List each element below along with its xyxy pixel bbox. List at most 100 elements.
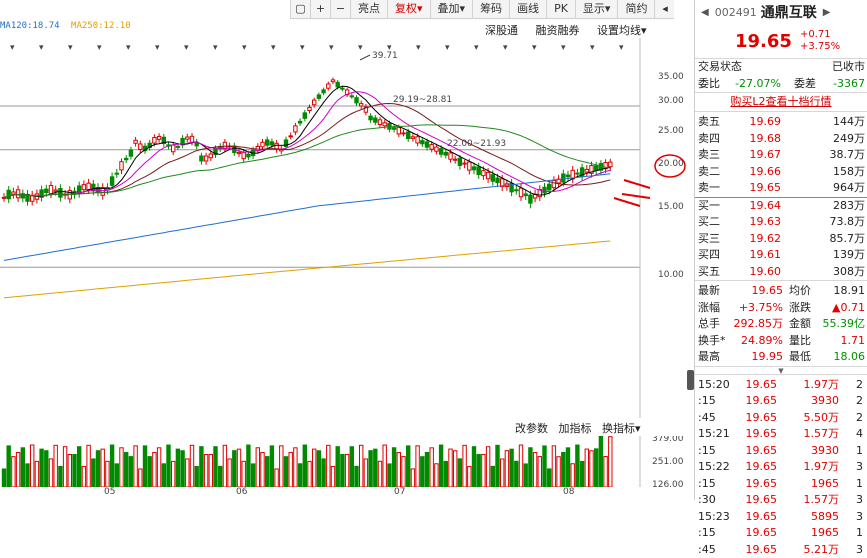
tick-row: :4519.655.50万2	[695, 410, 867, 427]
edit-params-button[interactable]: 改参数	[515, 422, 548, 435]
toolbar-button[interactable]: 叠加▾	[430, 0, 473, 19]
minus-icon[interactable]: −	[330, 0, 350, 19]
toolbar-button[interactable]: 简约	[617, 0, 654, 19]
toolbar-button[interactable]: 显示▾	[575, 0, 618, 19]
prev-stock-icon[interactable]: ◀	[701, 7, 709, 18]
volume-chart[interactable]: 379.00251.00126.00	[0, 436, 687, 487]
buy-l2-link[interactable]: 购买L2查看十档行情	[730, 95, 831, 108]
tick-time: :15	[695, 525, 735, 542]
event-marker: ▾	[126, 43, 131, 53]
candle-body	[472, 167, 475, 170]
ma250-legend: MA250:12.10	[71, 21, 131, 31]
volume-bar	[392, 448, 395, 487]
volume-bar	[176, 449, 179, 487]
box-icon[interactable]: ▢	[290, 0, 310, 19]
volume-bar	[92, 459, 95, 487]
stat-label: 换手*	[695, 333, 725, 350]
expand-icon[interactable]: ▼	[695, 366, 867, 374]
volume-bar	[566, 448, 569, 487]
change-indicator-button[interactable]: 换指标▾	[602, 422, 641, 435]
bid-label: 买三	[695, 231, 727, 248]
ma-settings-button[interactable]: 设置均线▾	[597, 24, 647, 37]
toolbar-button[interactable]: 亮点	[350, 0, 387, 19]
volume-bar	[425, 452, 428, 487]
event-marker: ▾	[68, 43, 73, 53]
volume-bar	[449, 449, 452, 487]
volume-bar	[552, 446, 555, 487]
volume-bar	[190, 445, 193, 487]
shengutong-button[interactable]: 深股通	[485, 24, 518, 37]
volume-axis-label: 251.00	[652, 457, 684, 467]
ask-label: 卖五	[695, 114, 727, 131]
candle-body	[449, 153, 452, 159]
volume-bar	[454, 451, 457, 487]
stat-value: 292.85万	[725, 316, 783, 333]
tick-row: 15:2219.651.97万3	[695, 459, 867, 476]
volume-bar	[524, 464, 527, 487]
volume-bar	[129, 457, 132, 487]
tick-time: 15:20	[695, 377, 735, 394]
volume-bar	[562, 452, 565, 487]
bid-label: 买二	[695, 214, 727, 231]
next-stock-icon[interactable]: ▶	[823, 7, 831, 18]
candle-body	[515, 190, 518, 191]
toolbar-button[interactable]: 画线	[509, 0, 546, 19]
add-indicator-button[interactable]: 加指标	[559, 422, 592, 435]
volume-bar	[153, 452, 156, 487]
volume-bar	[491, 466, 494, 487]
tick-volume: 1.97万	[777, 377, 839, 394]
volume-bar	[157, 448, 160, 487]
volume-bar	[214, 447, 217, 487]
toolbar-button[interactable]: 筹码	[472, 0, 509, 19]
event-marker: ▾	[590, 43, 595, 53]
candle-body	[350, 96, 353, 97]
bid-row: 买三19.6285.7万	[695, 231, 867, 248]
plus-icon[interactable]: +	[310, 0, 330, 19]
volume-bar	[378, 461, 381, 487]
volume-bar	[125, 453, 128, 487]
volume-bar	[585, 449, 588, 487]
candle-body	[313, 100, 316, 105]
tick-count: 1	[839, 525, 863, 542]
tick-list: 15:2019.651.97万2:1519.6539302:4519.655.5…	[695, 375, 867, 558]
ask-price: 19.67	[727, 147, 781, 164]
volume-bar	[313, 449, 316, 487]
volume-bar	[73, 454, 76, 487]
volume-bar	[472, 447, 475, 487]
tick-price: 19.65	[735, 509, 777, 526]
tick-price: 19.65	[735, 410, 777, 427]
volume-bar	[595, 449, 598, 487]
candle-body	[341, 88, 344, 89]
ask-row: 卖一19.65964万	[695, 180, 867, 197]
volume-bar	[458, 459, 461, 487]
margin-trading-button[interactable]: 融资融券	[536, 24, 580, 37]
arrow-annotation	[614, 198, 640, 206]
collapse-icon[interactable]: ◂	[654, 0, 674, 19]
candle-body	[435, 147, 438, 151]
volume-bar	[78, 447, 81, 487]
candle-body	[190, 136, 193, 142]
candle-body	[303, 113, 306, 118]
price-axis-label: 15.00	[658, 202, 684, 212]
volume-bar	[204, 455, 207, 487]
event-marker: ▾	[561, 43, 566, 53]
candle-body	[336, 82, 339, 87]
event-marker: ▾	[474, 43, 479, 53]
candle-body	[298, 121, 301, 123]
stat-label: 涨跌	[783, 300, 817, 317]
stock-name: 通鼎互联	[761, 2, 817, 22]
candlestick-chart[interactable]: 35.0030.0025.0020.0015.0010.0039.7129.19…	[0, 38, 687, 418]
toolbar-button[interactable]: 复权▾	[387, 0, 430, 19]
candle-body	[204, 156, 207, 161]
toolbar-button[interactable]: PK	[546, 0, 575, 19]
date-tick: 06	[236, 487, 247, 497]
volume-bar	[533, 453, 536, 487]
chart-toolbar: ▢+−亮点复权▾叠加▾筹码画线PK显示▾简约◂	[290, 0, 674, 19]
tick-volume: 1.97万	[777, 459, 839, 476]
stat-label: 量比	[783, 333, 817, 350]
volume-bar	[261, 453, 264, 487]
bid-volume: 85.7万	[781, 231, 865, 248]
ask-label: 卖四	[695, 131, 727, 148]
volume-bar	[82, 466, 85, 487]
panel-splitter-handle[interactable]	[687, 370, 694, 390]
